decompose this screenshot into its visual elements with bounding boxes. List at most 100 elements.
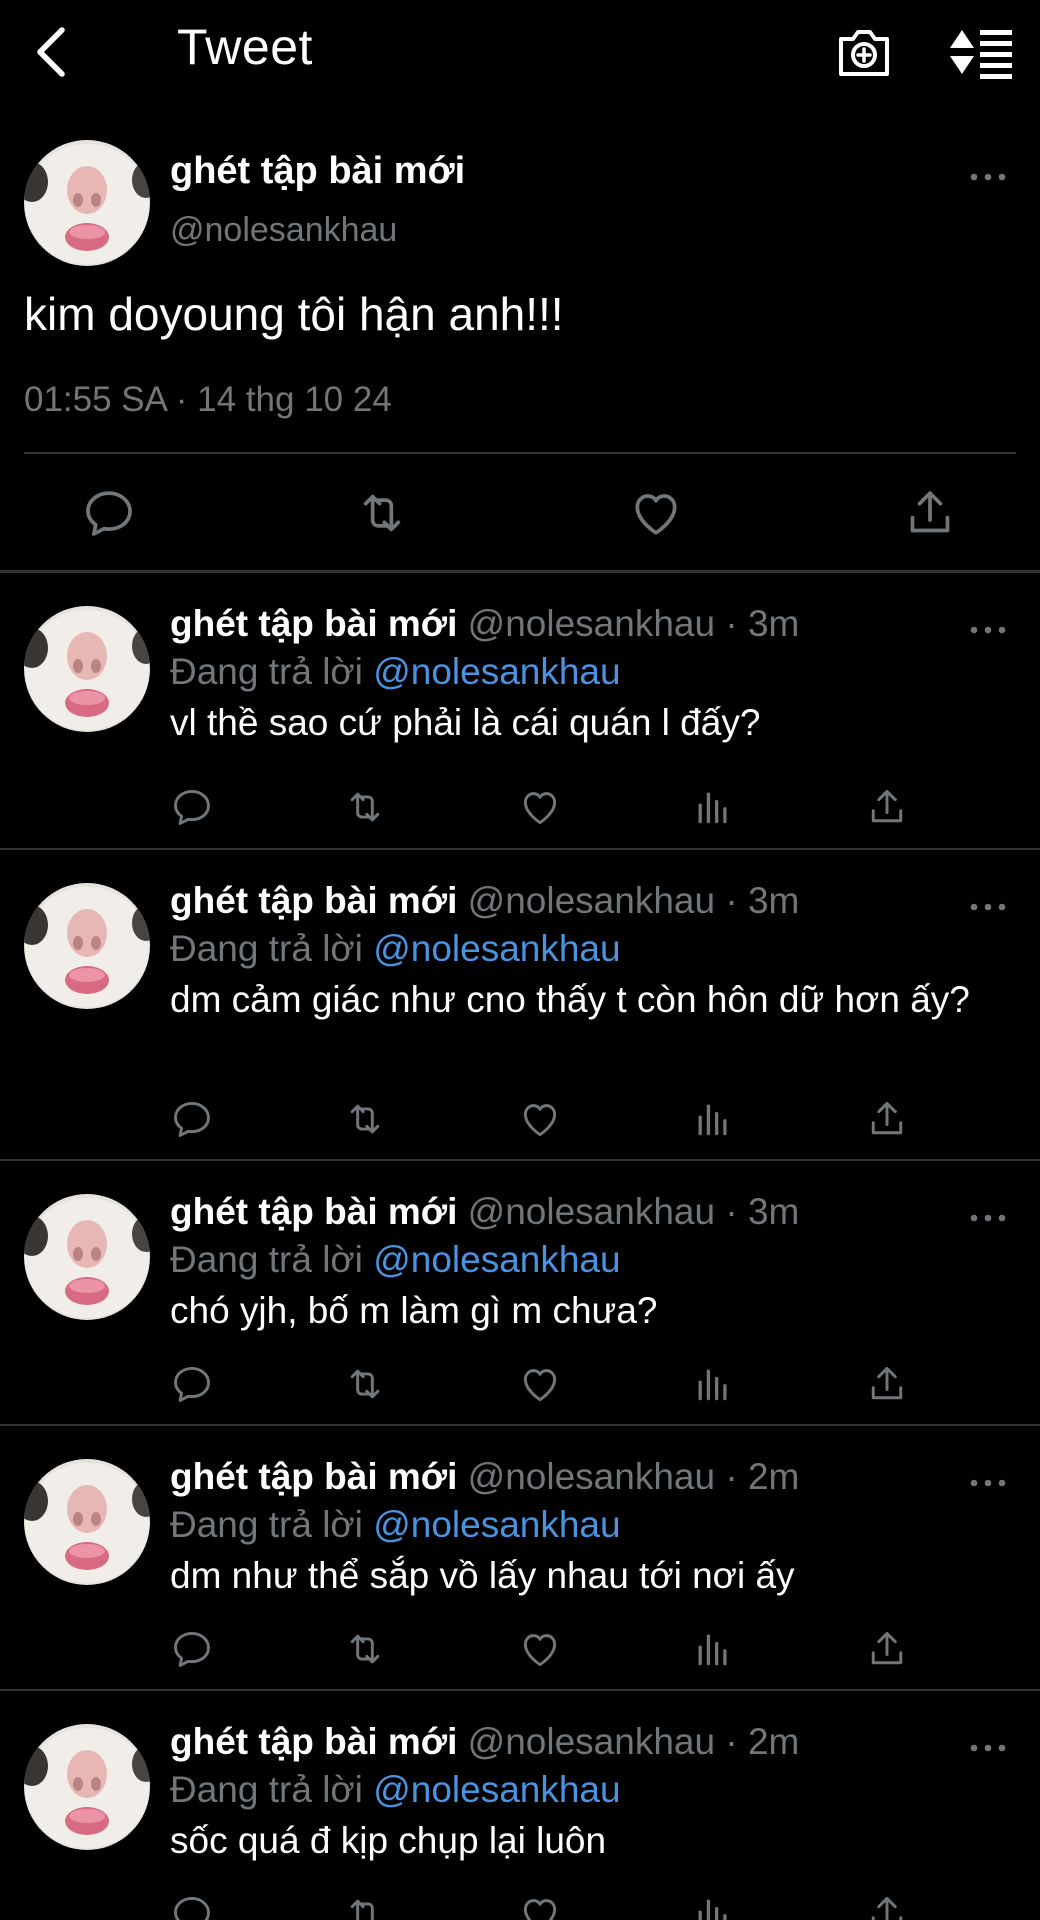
replying-to: Đang trả lời @nolesankhau <box>170 1239 621 1281</box>
reply-tweet[interactable]: ghét tập bài mới @nolesankhau · 3m Đang … <box>0 573 1040 850</box>
author-name[interactable]: ghét tập bài mới <box>170 603 457 644</box>
more-button[interactable] <box>968 165 1008 189</box>
back-button[interactable] <box>28 22 78 82</box>
views-button[interactable] <box>691 1892 735 1920</box>
views-icon <box>691 785 735 829</box>
share-button[interactable] <box>902 485 958 541</box>
retweet-button[interactable] <box>354 485 410 541</box>
retweet-icon <box>343 1362 387 1406</box>
mention-link[interactable]: @nolesankhau <box>373 651 620 692</box>
author-handle[interactable]: @nolesankhau <box>170 211 397 250</box>
like-button[interactable] <box>518 1627 562 1671</box>
reply-button[interactable] <box>170 1362 214 1406</box>
share-icon <box>902 485 958 541</box>
main-tweet: ghét tập bài mới @nolesankhau kim doyoun… <box>0 105 1040 573</box>
reply-button[interactable] <box>81 485 137 541</box>
retweet-button[interactable] <box>343 785 387 829</box>
avatar[interactable] <box>24 606 150 732</box>
reply-tweet[interactable]: ghét tập bài mới @nolesankhau · 2m Đang … <box>0 1691 1040 1920</box>
views-button[interactable] <box>691 1097 735 1141</box>
reply-header: ghét tập bài mới @nolesankhau · 3m <box>170 603 799 645</box>
reply-icon <box>170 1097 214 1141</box>
sort-list-icon <box>950 30 1012 79</box>
avatar[interactable] <box>24 1194 150 1320</box>
avatar[interactable] <box>24 140 150 266</box>
like-button[interactable] <box>518 785 562 829</box>
sort-button[interactable] <box>948 26 1014 80</box>
reply-header: ghét tập bài mới @nolesankhau · 3m <box>170 1191 799 1233</box>
mention-link[interactable]: @nolesankhau <box>373 928 620 969</box>
retweet-button[interactable] <box>343 1097 387 1141</box>
author-name[interactable]: ghét tập bài mới <box>170 880 457 921</box>
more-button[interactable] <box>968 1471 1008 1495</box>
tweet-timestamp: 01:55 SA · 14 thg 10 24 <box>24 380 392 419</box>
reply-icon <box>81 485 137 541</box>
reply-button[interactable] <box>170 1627 214 1671</box>
more-button[interactable] <box>968 1206 1008 1230</box>
more-dots-icon <box>968 1736 1008 1760</box>
reply-icon <box>170 785 214 829</box>
share-icon <box>865 1362 909 1406</box>
more-button[interactable] <box>968 1736 1008 1760</box>
avatar-image <box>24 606 150 732</box>
like-icon <box>518 785 562 829</box>
author-name[interactable]: ghét tập bài mới <box>170 1191 457 1232</box>
reply-tweet[interactable]: ghét tập bài mới @nolesankhau · 3m Đang … <box>0 1161 1040 1426</box>
reply-header: ghét tập bài mới @nolesankhau · 3m <box>170 880 799 922</box>
reply-button[interactable] <box>170 1097 214 1141</box>
share-button[interactable] <box>865 1097 909 1141</box>
views-icon <box>691 1627 735 1671</box>
like-button[interactable] <box>518 1097 562 1141</box>
reply-icon <box>170 1892 214 1920</box>
handle-time: @nolesankhau · 3m <box>467 603 800 644</box>
handle-time: @nolesankhau · 2m <box>467 1721 800 1762</box>
mention-link[interactable]: @nolesankhau <box>373 1504 620 1545</box>
reply-icon <box>170 1362 214 1406</box>
views-icon <box>691 1097 735 1141</box>
like-icon <box>518 1892 562 1920</box>
handle-time: @nolesankhau · 3m <box>467 880 800 921</box>
like-button[interactable] <box>518 1892 562 1920</box>
avatar-image <box>24 1724 150 1850</box>
views-button[interactable] <box>691 785 735 829</box>
reply-button[interactable] <box>170 785 214 829</box>
replying-to: Đang trả lời @nolesankhau <box>170 928 621 970</box>
views-icon <box>691 1892 735 1920</box>
avatar[interactable] <box>24 1724 150 1850</box>
author-name[interactable]: ghét tập bài mới <box>170 150 465 193</box>
author-name[interactable]: ghét tập bài mới <box>170 1456 457 1497</box>
retweet-icon <box>343 1892 387 1920</box>
share-icon <box>865 1892 909 1920</box>
share-button[interactable] <box>865 1892 909 1920</box>
retweet-button[interactable] <box>343 1627 387 1671</box>
camera-button[interactable] <box>835 22 893 80</box>
share-icon <box>865 785 909 829</box>
mention-link[interactable]: @nolesankhau <box>373 1769 620 1810</box>
like-button[interactable] <box>518 1362 562 1406</box>
avatar[interactable] <box>24 883 150 1009</box>
more-button[interactable] <box>968 895 1008 919</box>
retweet-button[interactable] <box>343 1362 387 1406</box>
mention-link[interactable]: @nolesankhau <box>373 1239 620 1280</box>
like-button[interactable] <box>628 485 684 541</box>
retweet-button[interactable] <box>343 1892 387 1920</box>
divider <box>24 452 1016 454</box>
retweet-icon <box>343 1627 387 1671</box>
reply-button[interactable] <box>170 1892 214 1920</box>
views-button[interactable] <box>691 1362 735 1406</box>
reply-tweet[interactable]: ghét tập bài mới @nolesankhau · 2m Đang … <box>0 1426 1040 1691</box>
replying-label: Đang trả lời <box>170 651 363 692</box>
page-title: Tweet <box>177 19 313 75</box>
camera-add-icon <box>839 30 889 76</box>
reply-text: sốc quá đ kịp chụp lại luôn <box>170 1820 607 1861</box>
reply-text: vl thề sao cứ phải là cái quán l đấy? <box>170 702 761 743</box>
views-button[interactable] <box>691 1627 735 1671</box>
author-name[interactable]: ghét tập bài mới <box>170 1721 457 1762</box>
share-button[interactable] <box>865 1362 909 1406</box>
more-button[interactable] <box>968 618 1008 642</box>
avatar[interactable] <box>24 1459 150 1585</box>
share-button[interactable] <box>865 1627 909 1671</box>
reply-tweet[interactable]: ghét tập bài mới @nolesankhau · 3m Đang … <box>0 850 1040 1161</box>
share-button[interactable] <box>865 785 909 829</box>
more-dots-icon <box>968 618 1008 642</box>
